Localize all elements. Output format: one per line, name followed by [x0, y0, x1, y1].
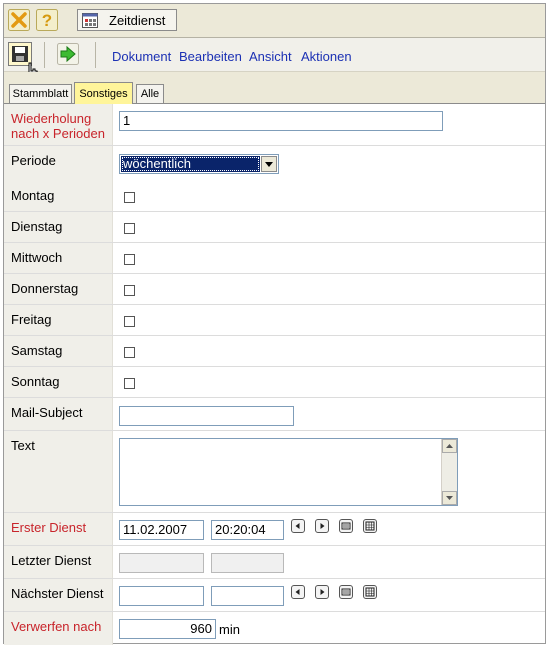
label-montag: Montag	[11, 188, 55, 203]
menu-bearbeiten[interactable]: Bearbeiten	[179, 49, 242, 64]
row-wiederholung: Wiederholung nach x Perioden 1	[4, 104, 545, 146]
calendar-icon[interactable]	[339, 585, 353, 599]
label-cell: Erster Dienst	[4, 513, 113, 545]
svg-text:?: ?	[42, 11, 52, 30]
next-icon[interactable]	[315, 519, 329, 533]
dienstag-checkbox[interactable]	[124, 223, 135, 234]
label-cell: Samstag	[4, 336, 113, 366]
row-letzter-dienst: Letzter Dienst	[4, 546, 545, 579]
menu-dokument[interactable]: Dokument	[112, 49, 171, 64]
row-periode: Periode wöchentlich	[4, 146, 545, 181]
verwerfen-unit: min	[219, 622, 240, 637]
close-icon[interactable]	[8, 9, 30, 31]
wiederholung-input[interactable]: 1	[119, 111, 443, 131]
letzter-dienst-date-input	[119, 553, 204, 573]
samstag-checkbox[interactable]	[124, 347, 135, 358]
verwerfen-input[interactable]: 960	[119, 619, 216, 639]
scroll-down-icon[interactable]	[442, 491, 457, 505]
row-mittwoch: Mittwoch	[4, 243, 545, 274]
periode-value: wöchentlich	[121, 156, 260, 172]
label-cell: Montag	[4, 181, 113, 211]
label-cell: Mail-Subject	[4, 398, 113, 430]
menu-aktionen[interactable]: Aktionen	[301, 49, 352, 64]
calendar-icon	[82, 13, 98, 31]
label-cell: Periode	[4, 146, 113, 181]
donnerstag-checkbox[interactable]	[124, 285, 135, 296]
clock-icon[interactable]	[363, 585, 377, 599]
menu-ansicht[interactable]: Ansicht	[249, 49, 292, 64]
naechster-dienst-time-input[interactable]	[211, 586, 284, 606]
label-cell: Sonntag	[4, 367, 113, 397]
prev-icon[interactable]	[291, 519, 305, 533]
row-verwerfen: Verwerfen nach 960 min	[4, 612, 545, 645]
label-naechster-dienst: Nächster Dienst	[11, 586, 104, 601]
toolbar-separator	[95, 42, 96, 68]
clock-icon[interactable]	[363, 519, 377, 533]
document-tab[interactable]: Zeitdienst	[77, 9, 177, 31]
scrollbar[interactable]	[441, 439, 457, 505]
label-wiederholung: Wiederholung nach x Perioden	[11, 111, 105, 141]
prev-icon[interactable]	[291, 585, 305, 599]
label-letzter-dienst: Letzter Dienst	[11, 553, 92, 568]
label-samstag: Samstag	[11, 343, 63, 358]
label-donnerstag: Donnerstag	[11, 281, 79, 296]
label-sonntag: Sonntag	[11, 374, 60, 389]
label-cell: Verwerfen nach	[4, 612, 113, 645]
label-text: Text	[11, 438, 35, 453]
row-samstag: Samstag	[4, 336, 545, 367]
scroll-up-icon[interactable]	[442, 439, 457, 453]
label-cell: Donnerstag	[4, 274, 113, 304]
row-montag: Montag	[4, 181, 545, 212]
naechster-dienst-date-input[interactable]	[119, 586, 204, 606]
row-mail-subject: Mail-Subject	[4, 398, 545, 431]
periode-select[interactable]: wöchentlich	[119, 154, 279, 174]
label-mittwoch: Mittwoch	[11, 250, 63, 265]
tab-strip: Stammblatt Sonstiges Alle	[4, 72, 545, 104]
toolbar: Dokument Bearbeiten Ansicht Aktionen	[4, 38, 545, 82]
toolbar-separator	[44, 42, 45, 68]
text-area[interactable]	[119, 438, 458, 506]
forward-button[interactable]	[57, 43, 79, 65]
row-erster-dienst: Erster Dienst 11.02.2007 20:20:04	[4, 513, 545, 546]
window-frame: ? Zeitdienst Dokument Bearbeiten Ansicht…	[3, 3, 546, 645]
window-title: Zeitdienst	[109, 13, 166, 28]
row-donnerstag: Donnerstag	[4, 274, 545, 305]
next-icon[interactable]	[315, 585, 329, 599]
letzter-dienst-time-input	[211, 553, 284, 573]
calendar-icon[interactable]	[339, 519, 353, 533]
label-erster-dienst: Erster Dienst	[11, 520, 87, 535]
tab-sonstiges[interactable]: Sonstiges	[74, 82, 133, 104]
row-dienstag: Dienstag	[4, 212, 545, 243]
title-bar: ? Zeitdienst	[4, 4, 545, 38]
label-cell: Dienstag	[4, 212, 113, 242]
tab-alle[interactable]: Alle	[136, 84, 164, 103]
label-cell: Freitag	[4, 305, 113, 335]
row-naechster-dienst: Nächster Dienst	[4, 579, 545, 612]
row-text: Text	[4, 431, 545, 513]
mail-subject-input[interactable]	[119, 406, 294, 426]
label-dienstag: Dienstag	[11, 219, 63, 234]
label-cell: Mittwoch	[4, 243, 113, 273]
label-cell: Letzter Dienst	[4, 546, 113, 578]
help-icon[interactable]: ?	[36, 9, 58, 31]
freitag-checkbox[interactable]	[124, 316, 135, 327]
label-verwerfen: Verwerfen nach	[11, 619, 102, 634]
arrow-right-icon	[57, 43, 79, 68]
label-cell: Nächster Dienst	[4, 579, 113, 611]
mittwoch-checkbox[interactable]	[124, 254, 135, 265]
erster-dienst-time-input[interactable]: 20:20:04	[211, 520, 284, 540]
label-cell: Wiederholung nach x Perioden	[4, 104, 113, 145]
sonntag-checkbox[interactable]	[124, 378, 135, 389]
label-freitag: Freitag	[11, 312, 52, 327]
row-sonntag: Sonntag	[4, 367, 545, 398]
montag-checkbox[interactable]	[124, 192, 135, 203]
chevron-down-icon[interactable]	[261, 156, 277, 172]
label-mail-subject: Mail-Subject	[11, 405, 83, 420]
erster-dienst-date-input[interactable]: 11.02.2007	[119, 520, 204, 540]
row-freitag: Freitag	[4, 305, 545, 336]
tab-stammblatt[interactable]: Stammblatt	[9, 84, 72, 103]
label-periode: Periode	[11, 153, 56, 168]
label-cell: Text	[4, 431, 113, 512]
